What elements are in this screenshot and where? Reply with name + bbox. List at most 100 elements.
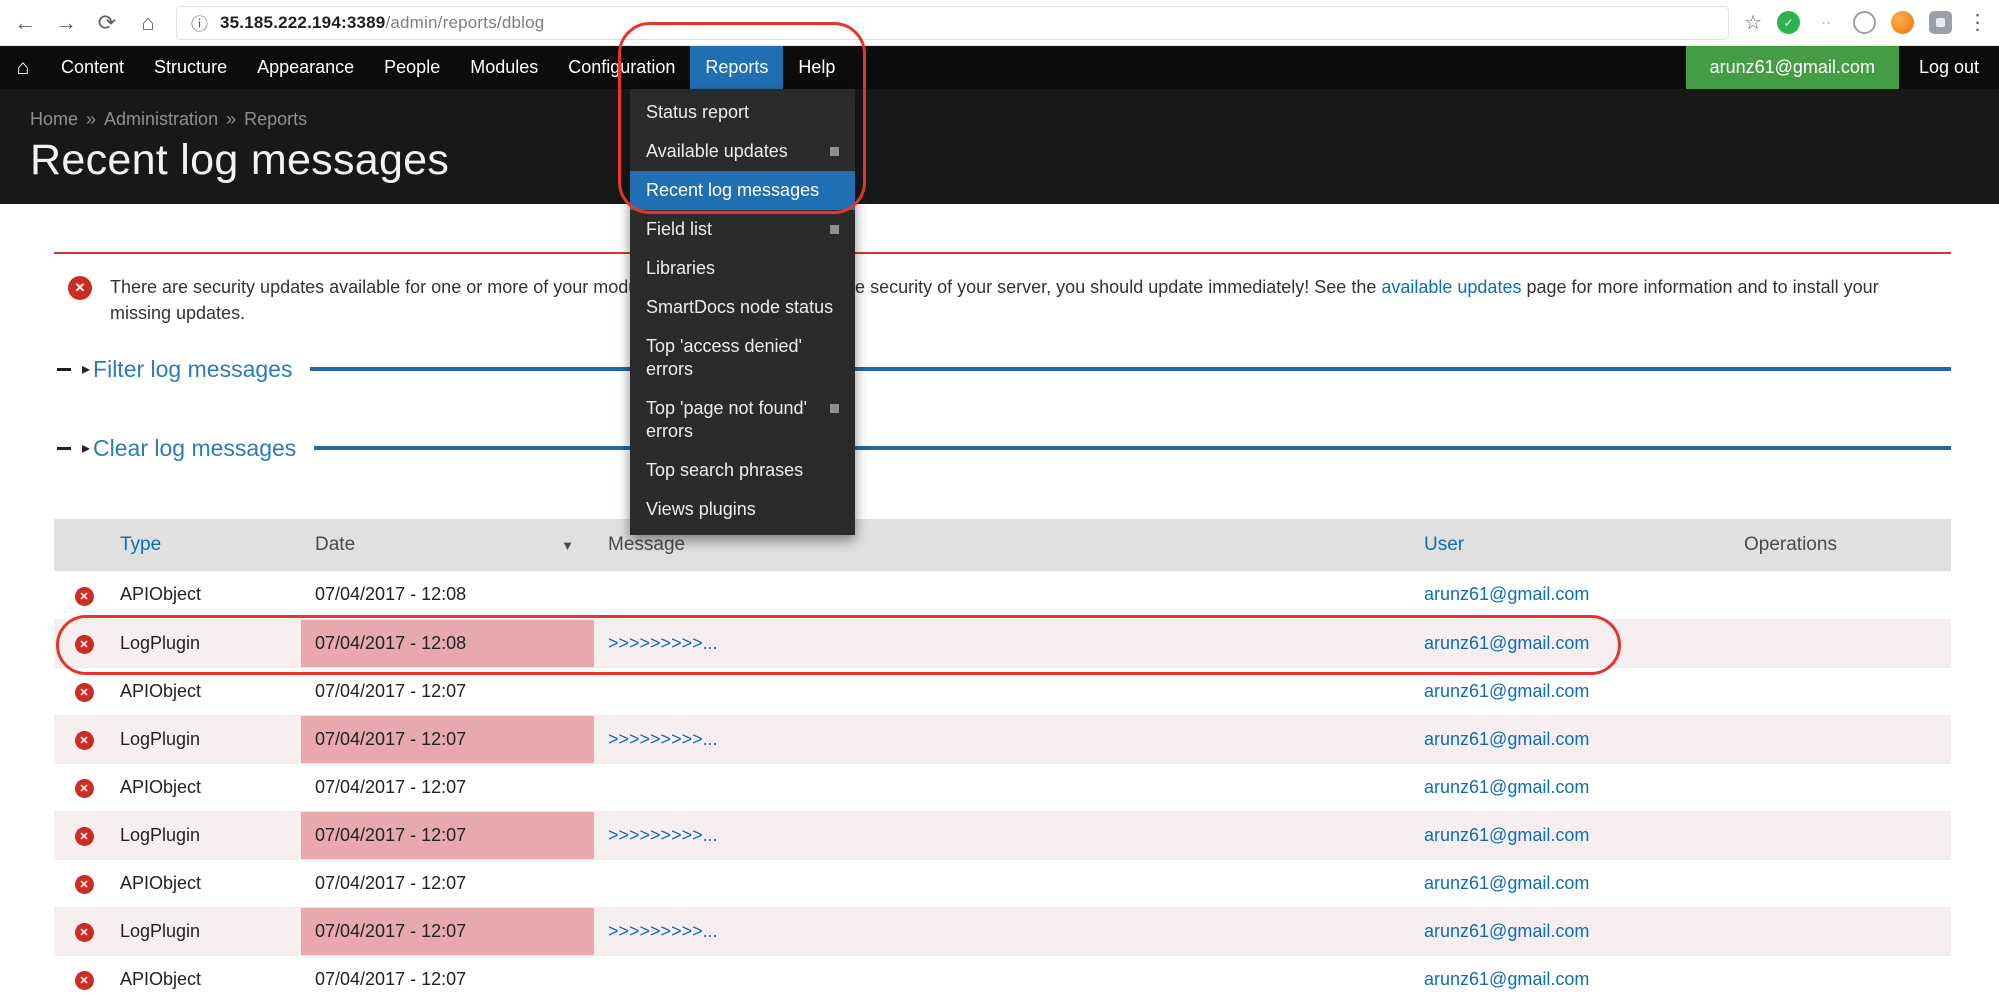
- extension-circle-icon[interactable]: [1853, 11, 1876, 34]
- toolbar-item-people[interactable]: People: [369, 46, 455, 89]
- browser-menu-icon[interactable]: ⋮: [1967, 10, 1987, 35]
- error-icon: ✕: [75, 635, 94, 654]
- menu-item-views-plugins[interactable]: Views plugins: [630, 490, 855, 529]
- menu-item-top-page-not-found-errors[interactable]: Top 'page not found' errors: [630, 389, 855, 451]
- menu-item-libraries[interactable]: Libraries: [630, 249, 855, 288]
- url-path: /admin/reports/dblog: [385, 13, 544, 32]
- url-host: 35.185.222.194:3389: [220, 13, 385, 32]
- fieldset-dash: [57, 447, 71, 450]
- error-icon: ✕: [68, 276, 92, 300]
- url-text[interactable]: 35.185.222.194:3389/admin/reports/dblog: [220, 13, 544, 33]
- log-message: [594, 955, 1414, 994]
- user-link[interactable]: arunz61@gmail.com: [1424, 873, 1589, 893]
- sort-by-user-link[interactable]: User: [1424, 534, 1464, 555]
- sort-desc-icon: ▼: [561, 538, 574, 553]
- log-date: 07/04/2017 - 12:07: [301, 859, 594, 907]
- error-icon: ✕: [75, 683, 94, 702]
- menu-item-smartdocs-node-status[interactable]: SmartDocs node status: [630, 288, 855, 327]
- clear-log-messages-toggle[interactable]: Clear log messages: [93, 435, 296, 462]
- error-message-box: ✕ There are security updates available f…: [54, 252, 1951, 350]
- toolbar-item-configuration[interactable]: Configuration: [553, 46, 690, 89]
- available-updates-link[interactable]: available updates: [1381, 277, 1521, 297]
- user-link[interactable]: arunz61@gmail.com: [1424, 969, 1589, 989]
- toolbar-item-appearance[interactable]: Appearance: [242, 46, 369, 89]
- breadcrumb-reports[interactable]: Reports: [244, 109, 307, 129]
- log-type: LogPlugin: [114, 619, 301, 667]
- date-column-header[interactable]: Date▼: [301, 519, 594, 571]
- log-type: LogPlugin: [114, 715, 301, 763]
- address-bar[interactable]: ⓘ 35.185.222.194:3389/admin/reports/dblo…: [176, 6, 1729, 40]
- breadcrumb-home[interactable]: Home: [30, 109, 78, 129]
- user-link[interactable]: arunz61@gmail.com: [1424, 921, 1589, 941]
- extension-orange-icon[interactable]: [1891, 11, 1914, 34]
- error-icon: ✕: [75, 779, 94, 798]
- admin-toolbar: ⌂ Content Structure Appearance People Mo…: [0, 46, 1999, 89]
- breadcrumb-administration[interactable]: Administration: [104, 109, 218, 129]
- log-message-link[interactable]: >>>>>>>>>...: [608, 921, 718, 941]
- log-date: 07/04/2017 - 12:08: [301, 571, 594, 619]
- log-message: [594, 667, 1414, 715]
- error-icon: ✕: [75, 731, 94, 750]
- admin-home-icon[interactable]: ⌂: [0, 46, 46, 89]
- menu-item-recent-log-messages[interactable]: Recent log messages: [630, 171, 855, 210]
- toolbar-item-modules[interactable]: Modules: [455, 46, 553, 89]
- log-operations: [1734, 811, 1951, 859]
- bookmark-star-icon[interactable]: ☆: [1744, 10, 1762, 35]
- breadcrumb-separator: »: [86, 109, 96, 129]
- page-title: Recent log messages: [30, 136, 1999, 185]
- toolbar-item-help[interactable]: Help: [783, 46, 850, 89]
- user-link[interactable]: arunz61@gmail.com: [1424, 633, 1589, 653]
- log-message-link[interactable]: >>>>>>>>>...: [608, 825, 718, 845]
- log-message-link[interactable]: >>>>>>>>>...: [608, 729, 718, 749]
- user-email-button[interactable]: arunz61@gmail.com: [1686, 46, 1899, 89]
- filter-fieldset: ▸ Filter log messages: [54, 350, 1951, 388]
- filter-log-messages-toggle[interactable]: Filter log messages: [93, 356, 292, 383]
- toolbar-item-content[interactable]: Content: [46, 46, 139, 89]
- log-type: APIObject: [114, 667, 301, 715]
- menu-item-available-updates[interactable]: Available updates: [630, 132, 855, 171]
- log-message: [594, 571, 1414, 619]
- reports-dropdown-menu: Status report Available updates Recent l…: [630, 89, 855, 535]
- log-operations: [1734, 619, 1951, 667]
- log-type: APIObject: [114, 955, 301, 994]
- menu-item-top-search-phrases[interactable]: Top search phrases: [630, 451, 855, 490]
- log-row: ✕ LogPlugin 07/04/2017 - 12:07 >>>>>>>>>…: [54, 907, 1951, 955]
- operations-column-header: Operations: [1734, 519, 1951, 571]
- menu-item-marker: [830, 225, 839, 234]
- log-message-link[interactable]: >>>>>>>>>...: [608, 633, 718, 653]
- sort-by-type-link[interactable]: Type: [120, 534, 161, 555]
- forward-icon[interactable]: →: [53, 10, 79, 36]
- toolbar-item-reports[interactable]: Reports: [690, 46, 783, 89]
- log-operations: [1734, 571, 1951, 619]
- log-date: 07/04/2017 - 12:07: [301, 667, 594, 715]
- menu-item-status-report[interactable]: Status report: [630, 93, 855, 132]
- screen: ← → ⟳ ⌂ ⓘ 35.185.222.194:3389/admin/repo…: [0, 0, 1999, 994]
- toolbar-item-structure[interactable]: Structure: [139, 46, 242, 89]
- fieldset-rule: [314, 446, 1951, 450]
- back-icon[interactable]: ←: [12, 10, 38, 36]
- user-link[interactable]: arunz61@gmail.com: [1424, 584, 1589, 604]
- user-column-header: User: [1414, 519, 1734, 571]
- table-header-row: Type Date▼ Message User Operations: [54, 519, 1951, 571]
- user-link[interactable]: arunz61@gmail.com: [1424, 777, 1589, 797]
- logout-button[interactable]: Log out: [1899, 46, 1999, 89]
- clear-fieldset: ▸ Clear log messages: [54, 429, 1951, 467]
- extension-square-icon[interactable]: [1929, 11, 1952, 34]
- browser-home-icon[interactable]: ⌂: [135, 10, 161, 36]
- log-date: 07/04/2017 - 12:07: [301, 907, 594, 955]
- breadcrumb-separator: »: [226, 109, 236, 129]
- log-row: ✕ APIObject 07/04/2017 - 12:07 arunz61@g…: [54, 763, 1951, 811]
- icon-column-header: [54, 519, 114, 571]
- log-operations: [1734, 763, 1951, 811]
- info-icon[interactable]: ⓘ: [191, 10, 208, 35]
- user-link[interactable]: arunz61@gmail.com: [1424, 729, 1589, 749]
- log-message: [594, 763, 1414, 811]
- user-link[interactable]: arunz61@gmail.com: [1424, 681, 1589, 701]
- log-operations: [1734, 667, 1951, 715]
- menu-item-field-list[interactable]: Field list: [630, 210, 855, 249]
- extension-check-icon[interactable]: ✓: [1777, 11, 1800, 34]
- refresh-icon[interactable]: ⟳: [94, 10, 120, 36]
- menu-item-top-access-denied-errors[interactable]: Top 'access denied' errors: [630, 327, 855, 389]
- user-link[interactable]: arunz61@gmail.com: [1424, 825, 1589, 845]
- extension-dots-icon[interactable]: ∙∙: [1815, 11, 1838, 34]
